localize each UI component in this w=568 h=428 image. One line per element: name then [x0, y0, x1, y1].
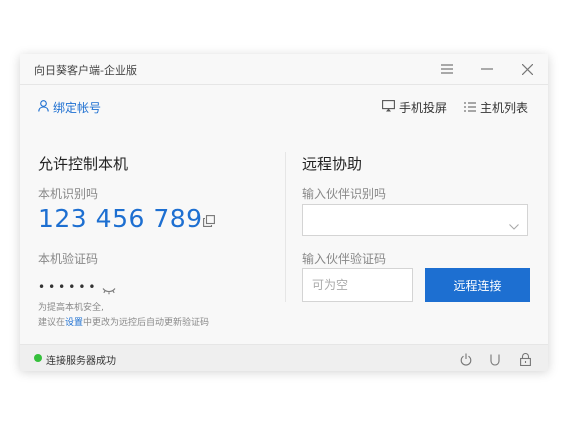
partner-id-label: 输入伙伴识别吗 [302, 187, 387, 201]
status-bar: 连接服务器成功 [20, 344, 548, 371]
status-text: 连接服务器成功 [46, 356, 116, 367]
app-title: 向日葵客户端-企业版 [34, 64, 137, 77]
title-bar: 向日葵客户端-企业版 [20, 54, 548, 85]
device-id-label: 本机识别吗 [38, 187, 99, 201]
partner-code-input[interactable] [302, 268, 413, 302]
phone-cast-button[interactable]: 手机投屏 [382, 99, 447, 116]
remote-assist-title: 远程协助 [302, 155, 363, 173]
hint-prefix: 建议在 [38, 318, 66, 328]
chevron-down-icon [509, 215, 519, 230]
menu-icon[interactable] [436, 58, 458, 80]
power-icon[interactable] [460, 351, 474, 366]
bind-account-button[interactable]: 绑定帐号 [38, 99, 101, 116]
minimize-icon[interactable] [476, 58, 498, 80]
phone-cast-label: 手机投屏 [399, 101, 448, 115]
eye-closed-icon[interactable] [102, 280, 116, 295]
settings-link[interactable]: 设置 [65, 318, 83, 328]
list-icon [464, 101, 476, 115]
device-id: 123 456 789 [38, 204, 203, 233]
allow-control-title: 允许控制本机 [38, 155, 129, 173]
host-list-button[interactable]: 主机列表 [464, 99, 528, 116]
screen-cast-icon [382, 100, 395, 115]
copy-icon[interactable] [203, 212, 217, 227]
remote-connect-button[interactable]: 远程连接 [425, 268, 530, 302]
partner-code-label: 输入伙伴验证码 [302, 252, 387, 266]
security-hint-line2: 建议在设置中更改为远控后自动更新验证码 [38, 315, 209, 328]
magnet-icon[interactable] [490, 351, 504, 366]
verify-code-masked: •••••• [38, 280, 99, 294]
panel-divider [285, 152, 286, 302]
user-icon [38, 100, 49, 115]
app-window: 向日葵客户端-企业版 绑定帐号 手机投屏 主机列表 允许控制本机 本机识别吗 1… [20, 54, 548, 371]
host-list-label: 主机列表 [480, 101, 529, 115]
partner-id-select[interactable] [302, 204, 528, 236]
lock-icon[interactable] [520, 351, 534, 367]
status-dot [34, 354, 42, 362]
toolbar: 绑定帐号 手机投屏 主机列表 [20, 85, 548, 125]
security-hint-line1: 为提高本机安全, [38, 303, 104, 313]
close-icon[interactable] [516, 58, 538, 80]
hint-suffix: 中更改为远控后自动更新验证码 [83, 318, 210, 328]
verify-code-label: 本机验证码 [38, 252, 99, 266]
bind-account-label: 绑定帐号 [53, 101, 102, 115]
